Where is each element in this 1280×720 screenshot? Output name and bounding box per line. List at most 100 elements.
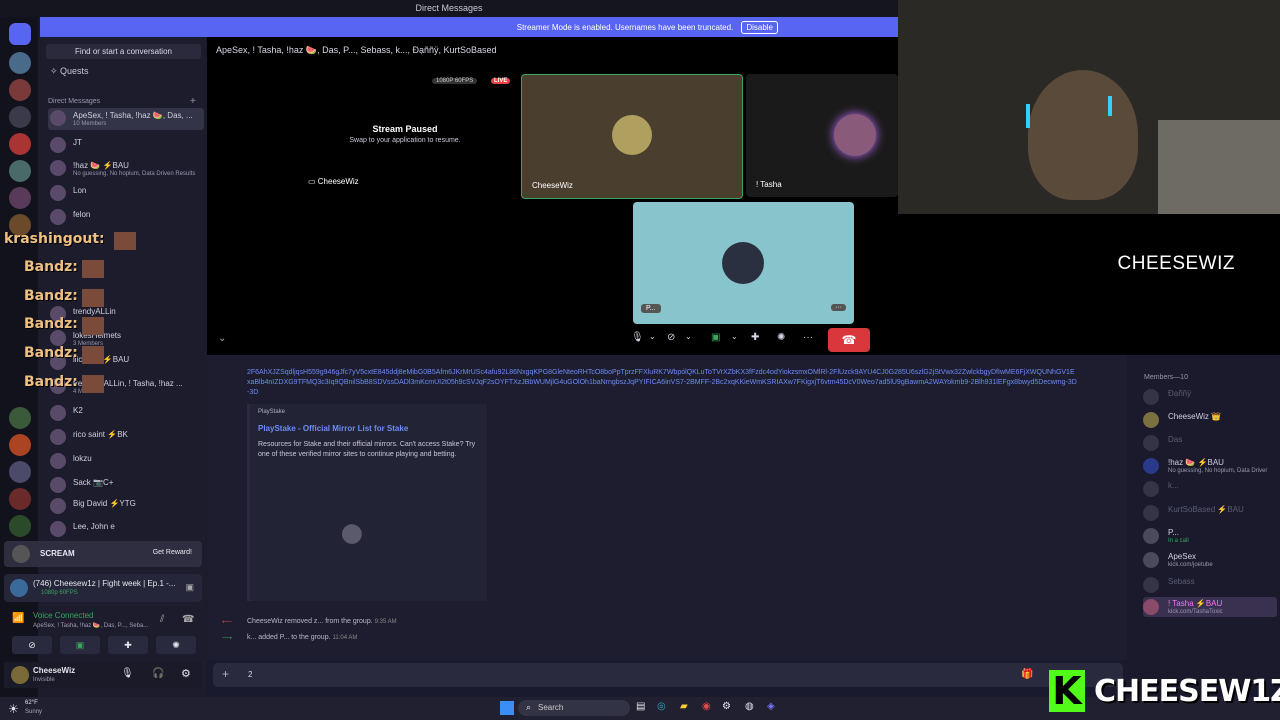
quests-label: Quests [60,66,89,76]
add-attachment-icon[interactable]: + [222,667,229,681]
server-icon[interactable] [9,488,31,510]
member-item[interactable]: Sebass [1143,575,1277,595]
member-item[interactable]: ApeSex kick.com/joetube [1143,550,1277,570]
member-item[interactable]: CheeseWiz 👑 [1143,410,1277,430]
server-icon[interactable] [9,434,31,456]
obs-icon[interactable]: ◍ [745,701,754,712]
task-view-icon[interactable]: ▤ [636,701,645,712]
edge-icon[interactable]: ◎ [657,701,666,712]
overlay-label: Bandz: [24,288,78,304]
create-dm-icon[interactable]: + [190,96,196,107]
dm-name: JT [73,138,82,147]
mic-icon[interactable]: 🎙 [121,668,134,679]
camera-off-icon[interactable]: ⊘ [667,332,675,343]
embed-title[interactable]: PlayStake - Official Mirror List for Sta… [258,424,408,433]
screen-share-icon[interactable]: ▣ [711,332,720,343]
dm-header: Direct Messages [48,98,101,105]
stream-preview-icon[interactable]: ▣ [185,582,194,593]
member-item[interactable]: Đạññÿ [1143,387,1277,407]
message-link[interactable]: 2F6AhXJZSqdljqsH559g946gJfc7yV5cxtE845dd… [247,368,1077,400]
folder-icon[interactable]: ▰ [680,701,688,712]
dm-item[interactable]: lokzu [48,451,204,473]
member-item[interactable]: ! Tasha ⚡BAU kick.com/TashaToxic [1143,597,1277,617]
server-icon[interactable] [9,461,31,483]
soundboard-icon[interactable]: ✺ [777,332,785,343]
server-icon[interactable] [9,79,31,101]
now-playing[interactable]: (746) Cheesew1z | Fight week | Ep.1 -...… [4,574,202,602]
dm-item[interactable]: Lee, John e [48,519,204,541]
find-conversation-button[interactable]: Find or start a conversation [46,44,201,59]
now-playing-sub: 1080p 60FPS [41,590,78,596]
participant-tile[interactable]: P... ··· [633,202,854,324]
tile-label: ! Tasha [756,180,782,189]
chevron-down-icon[interactable]: ⌄ [685,332,692,341]
participant-tile[interactable]: ! Tasha [746,74,898,197]
dm-item[interactable]: !haz 🍉 ⚡BAU No guessing, No hopium, Data … [48,158,204,180]
more-icon[interactable]: ··· [803,332,813,343]
gift-icon[interactable]: 🎁 [1021,669,1033,680]
activities-icon[interactable]: ✚ [751,332,759,343]
member-item[interactable]: KurtSoBased ⚡BAU [1143,503,1277,523]
disable-streamer-button[interactable]: Disable [741,20,778,34]
promo-banner[interactable]: SCREAM Get Reward! [4,541,202,567]
member-item[interactable]: Das [1143,433,1277,453]
background-object [1158,120,1280,214]
taskbar-search[interactable]: ⌕ Search [518,700,630,716]
gear-icon[interactable]: ⚙ [181,667,191,680]
participant-tile[interactable]: CheeseWiz [521,74,743,199]
server-icon[interactable] [9,515,31,537]
quests-item[interactable]: ✧ Quests [50,66,89,77]
webcam-caption-area [898,214,1280,355]
server-icon[interactable] [9,106,31,128]
dm-item[interactable]: rico saint ⚡BK [48,427,204,449]
chrome-icon[interactable]: ◉ [702,701,711,712]
server-icon[interactable] [9,407,31,429]
weather-desc: Sunny [25,709,43,715]
hang-up-button[interactable]: ☎ [828,328,870,352]
stream-paused: Stream Paused Swap to your application t… [300,124,510,144]
member-name: !haz 🍉 ⚡BAU [1168,458,1224,467]
steam-icon[interactable]: ⚙ [722,701,731,712]
dm-item[interactable]: ApeSex, ! Tasha, !haz 🍉, Das, ... 10 Memb… [48,108,204,130]
weather-icon: ☀ [8,702,19,716]
voice-status[interactable]: Voice Connected [33,611,94,620]
avatar [50,405,66,421]
member-name: k... [1168,481,1179,490]
more-icon[interactable]: ··· [831,304,846,311]
soundboard-icon[interactable]: ✺ [156,636,196,654]
member-item[interactable]: P... In a call [1143,526,1277,546]
headphone-light [1026,104,1030,128]
member-item[interactable]: !haz 🍉 ⚡BAU No guessing, No hopium, Data … [1143,456,1277,476]
member-item[interactable]: k... [1143,479,1277,499]
camera-off-icon[interactable]: ⊘ [12,636,52,654]
dm-item[interactable]: Sack 📷C+ [48,475,204,497]
discord-icon[interactable]: ◈ [767,701,775,712]
disconnect-icon[interactable]: ☎ [182,614,194,625]
server-icon[interactable] [9,52,31,74]
noise-suppression-icon[interactable]: ⫽ [160,614,164,625]
dm-item[interactable]: Big David ⚡YTG [48,496,204,518]
mic-icon[interactable]: 🎙 [631,332,644,343]
message-input[interactable]: + 2 🎁 [213,663,1123,687]
avatar [50,110,66,126]
dm-item[interactable]: felon [48,207,204,229]
dm-item[interactable]: Lon [48,183,204,205]
discord-home-icon[interactable] [9,23,31,45]
server-icon[interactable] [9,160,31,182]
activities-icon[interactable]: ✚ [108,636,148,654]
member-name: Sebass [1168,577,1195,586]
server-icon[interactable] [9,187,31,209]
get-reward-button[interactable]: Get Reward! [153,549,192,556]
avatar[interactable] [11,666,29,684]
avatar [612,115,652,155]
start-icon[interactable] [500,701,514,715]
screen-share-icon[interactable]: ▣ [60,636,100,654]
headphones-icon[interactable]: 🎧 [152,668,164,679]
member-sub: No guessing, No hopium, Data Driver [1168,468,1268,474]
dm-item[interactable]: K2 [48,403,204,425]
server-icon[interactable] [9,133,31,155]
chevron-down-icon[interactable]: ⌄ [731,332,738,341]
chevron-down-icon[interactable]: ⌄ [218,333,226,344]
dm-item[interactable]: JT [48,135,204,157]
chevron-down-icon[interactable]: ⌄ [649,332,656,341]
